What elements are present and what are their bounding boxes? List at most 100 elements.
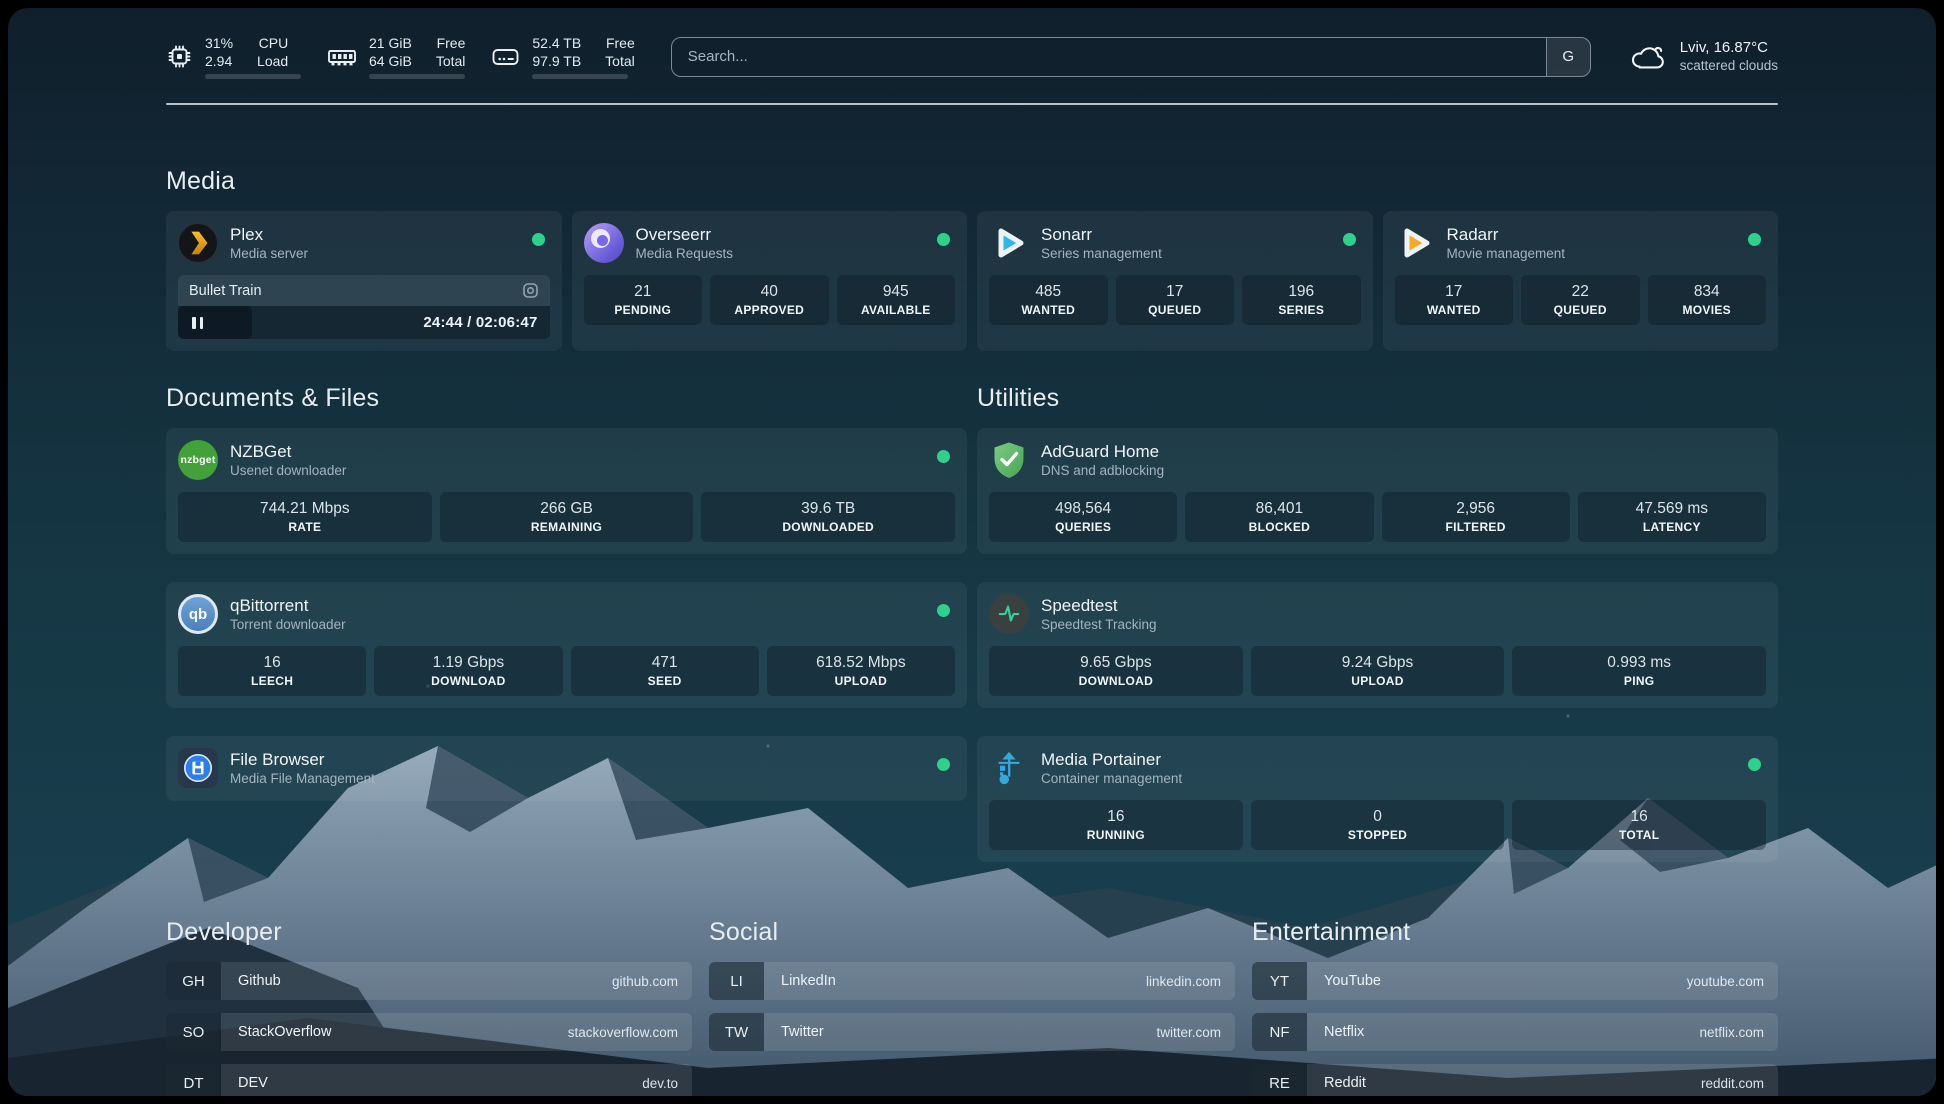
radarr-icon xyxy=(1395,223,1435,263)
sonarr-status-dot xyxy=(1343,233,1356,246)
nzbget-link[interactable]: nzbget NZBGet Usenet downloader xyxy=(178,439,955,481)
stat-label: LATENCY xyxy=(1582,520,1762,534)
bookmark-url: dev.to xyxy=(642,1076,692,1091)
stat-label: TOTAL xyxy=(1516,828,1762,842)
stat-value: 485 xyxy=(993,282,1104,302)
speedtest-link[interactable]: Speedtest Speedtest Tracking xyxy=(989,593,1766,635)
stat-label: DOWNLOADED xyxy=(705,520,951,534)
bookmark-netflix[interactable]: NF Netflix netflix.com xyxy=(1252,1013,1778,1051)
stat-value: 9.65 Gbps xyxy=(993,653,1239,673)
disk-icon xyxy=(491,45,520,69)
bookmark-stackoverflow[interactable]: SO StackOverflow stackoverflow.com xyxy=(166,1013,692,1051)
bookmark-name: LinkedIn xyxy=(764,973,1146,989)
sonarr-link[interactable]: Sonarr Series management xyxy=(989,222,1361,264)
portainer-title: Media Portainer xyxy=(1041,749,1182,770)
stat-label: QUERIES xyxy=(993,520,1173,534)
service-card-sonarr: Sonarr Series management 485 WANTED 17 Q… xyxy=(977,211,1373,351)
stat-block: 1.19 Gbps DOWNLOAD xyxy=(374,646,562,696)
stat-label: WANTED xyxy=(1399,303,1510,317)
stat-block: 47.569 ms LATENCY xyxy=(1578,492,1766,542)
plex-now-playing-title: Bullet Train xyxy=(189,283,262,299)
stat-block: 40 APPROVED xyxy=(710,275,829,325)
bookmark-group-title: Developer xyxy=(166,918,692,947)
pause-button[interactable] xyxy=(190,313,205,333)
bookmark-abbr: GH xyxy=(166,962,221,1000)
nzbget-subtitle: Usenet downloader xyxy=(230,462,346,480)
adguard-link[interactable]: AdGuard Home DNS and adblocking xyxy=(989,439,1766,481)
portainer-subtitle: Container management xyxy=(1041,770,1182,788)
section-title-utilities: Utilities xyxy=(977,384,1778,413)
stat-block: 17 WANTED xyxy=(1395,275,1514,325)
stat-value: 86,401 xyxy=(1189,499,1369,519)
qbittorrent-subtitle: Torrent downloader xyxy=(230,616,346,634)
stat-value: 17 xyxy=(1120,282,1231,302)
qbittorrent-link[interactable]: qb qBittorrent Torrent downloader xyxy=(178,593,955,635)
stat-label: RUNNING xyxy=(993,828,1239,842)
bookmark-url: stackoverflow.com xyxy=(568,1025,692,1040)
service-card-qbittorrent: qb qBittorrent Torrent downloader 16 xyxy=(166,582,967,708)
plex-status-dot xyxy=(532,233,545,246)
overseerr-title: Overseerr xyxy=(636,224,734,245)
overseerr-icon xyxy=(584,223,624,263)
bookmark-group-social: Social LI LinkedIn linkedin.com TW Twitt… xyxy=(709,918,1235,1096)
bookmark-reddit[interactable]: RE Reddit reddit.com xyxy=(1252,1064,1778,1096)
filebrowser-title: File Browser xyxy=(230,749,375,770)
stat-value: 618.52 Mbps xyxy=(771,653,951,673)
bookmark-github[interactable]: GH Github github.com xyxy=(166,962,692,1000)
bookmark-group-entertainment: Entertainment YT YouTube youtube.com NF … xyxy=(1252,918,1778,1096)
adguard-subtitle: DNS and adblocking xyxy=(1041,462,1164,480)
stat-block: 2,956 FILTERED xyxy=(1382,492,1570,542)
bookmark-twitter[interactable]: TW Twitter twitter.com xyxy=(709,1013,1235,1051)
stat-value: 16 xyxy=(993,807,1239,827)
bookmark-name: DEV xyxy=(221,1075,642,1091)
portainer-icon xyxy=(989,748,1029,788)
stat-block: 618.52 Mbps UPLOAD xyxy=(767,646,955,696)
bookmark-linkedin[interactable]: LI LinkedIn linkedin.com xyxy=(709,962,1235,1000)
stat-block: 16 LEECH xyxy=(178,646,366,696)
stat-block: 0 STOPPED xyxy=(1251,800,1505,850)
weather-location-temp: Lviv, 16.87°C xyxy=(1680,38,1778,57)
stat-label: REMAINING xyxy=(444,520,690,534)
disk-value-1: 52.4 TB xyxy=(532,34,581,52)
filebrowser-status-dot xyxy=(937,758,950,771)
bookmark-name: Reddit xyxy=(1307,1075,1701,1091)
stat-block: 9.24 Gbps UPLOAD xyxy=(1251,646,1505,696)
bookmark-dev[interactable]: DT DEV dev.to xyxy=(166,1064,692,1096)
filebrowser-subtitle: Media File Management xyxy=(230,770,375,788)
sonarr-icon xyxy=(989,223,1029,263)
top-bar: 31% 2.94 CPU Load xyxy=(166,8,1778,79)
filebrowser-link[interactable]: File Browser Media File Management xyxy=(178,747,955,789)
search-bar: G xyxy=(671,37,1591,77)
stat-block: 39.6 TB DOWNLOADED xyxy=(701,492,955,542)
search-provider-button[interactable]: G xyxy=(1546,38,1590,76)
stat-label: APPROVED xyxy=(714,303,825,317)
weather-widget: Lviv, 16.87°C scattered clouds xyxy=(1629,38,1778,75)
plex-link[interactable]: Plex Media server xyxy=(178,222,550,264)
overseerr-link[interactable]: Overseerr Media Requests xyxy=(584,222,956,264)
stat-label: FILTERED xyxy=(1386,520,1566,534)
bookmark-abbr: RE xyxy=(1252,1064,1307,1096)
bookmark-name: Twitter xyxy=(764,1024,1156,1040)
stat-block: 22 QUEUED xyxy=(1521,275,1640,325)
search-input[interactable] xyxy=(672,38,1546,76)
stat-value: 945 xyxy=(841,282,952,302)
stat-label: STOPPED xyxy=(1255,828,1501,842)
portainer-link[interactable]: Media Portainer Container management xyxy=(989,747,1766,789)
stat-value: 39.6 TB xyxy=(705,499,951,519)
bookmark-youtube[interactable]: YT YouTube youtube.com xyxy=(1252,962,1778,1000)
bookmark-abbr: LI xyxy=(709,962,764,1000)
radarr-link[interactable]: Radarr Movie management xyxy=(1395,222,1767,264)
bookmark-abbr: SO xyxy=(166,1013,221,1051)
disk-label-2: Total xyxy=(605,52,635,70)
bookmark-name: StackOverflow xyxy=(221,1024,568,1040)
service-card-portainer: Media Portainer Container management 16 … xyxy=(977,736,1778,862)
plex-now-playing-row: Bullet Train xyxy=(178,275,550,306)
resource-widgets: 31% 2.94 CPU Load xyxy=(166,34,635,79)
service-card-nzbget: nzbget NZBGet Usenet downloader 744.21 M… xyxy=(166,428,967,554)
speedtest-title: Speedtest xyxy=(1041,595,1157,616)
bookmark-name: YouTube xyxy=(1307,973,1687,989)
bookmark-group-title: Social xyxy=(709,918,1235,947)
stat-label: PING xyxy=(1516,674,1762,688)
bookmark-name: Netflix xyxy=(1307,1024,1699,1040)
plex-subtitle: Media server xyxy=(230,245,308,263)
